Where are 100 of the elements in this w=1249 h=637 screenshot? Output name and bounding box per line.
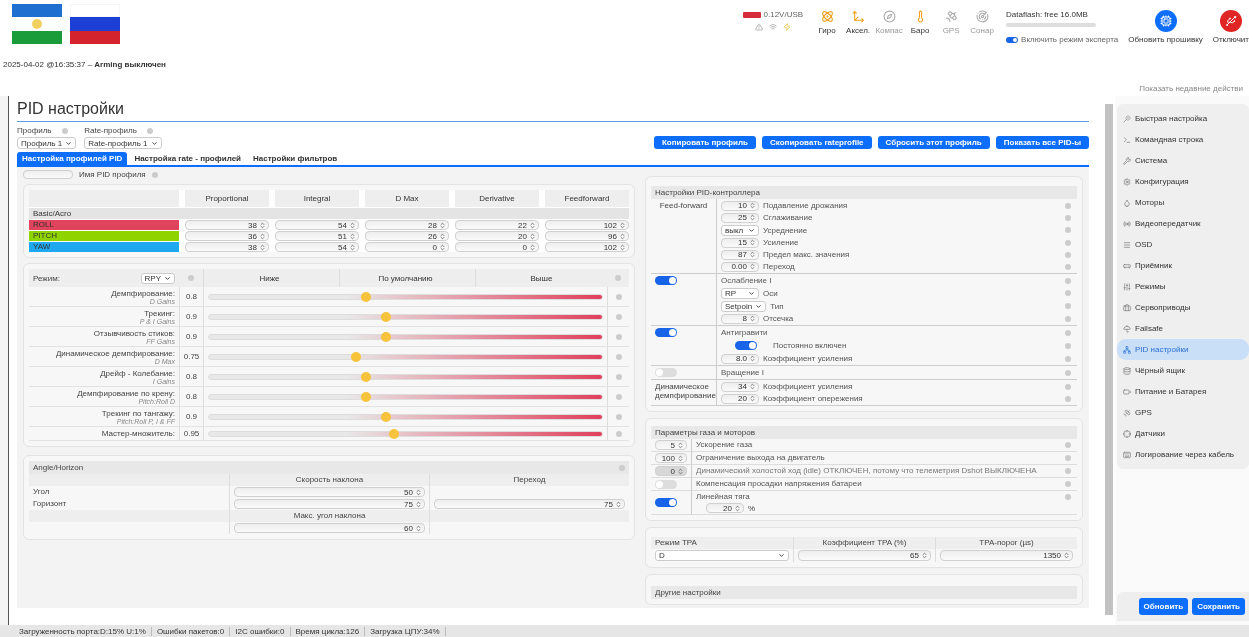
number-input[interactable]: 50 <box>234 487 425 497</box>
slider-track[interactable] <box>208 313 603 320</box>
dropdown[interactable]: RPY <box>140 272 175 284</box>
slider-track[interactable] <box>208 293 603 300</box>
number-input[interactable]: 25 <box>721 212 759 223</box>
number-input[interactable]: 102 <box>545 242 629 252</box>
tab[interactable]: Настройка профилей PID <box>17 152 128 165</box>
sidebar-item[interactable]: Датчики <box>1117 423 1249 444</box>
number-input[interactable]: 20 <box>721 393 759 404</box>
number-input[interactable]: 51 <box>275 231 359 241</box>
number-input[interactable]: 15 <box>721 237 759 248</box>
stepper-icon <box>619 232 626 240</box>
slider-thumb[interactable] <box>361 291 372 302</box>
number-input[interactable]: 22 <box>455 220 539 230</box>
slider-thumb[interactable] <box>351 351 362 362</box>
sidebar-item[interactable]: Чёрный ящик <box>1117 360 1249 381</box>
number-input[interactable]: 65 <box>798 550 931 561</box>
action-button[interactable]: Показать все PID-ы <box>995 136 1089 149</box>
number-input[interactable]: 96 <box>545 231 629 241</box>
number-input[interactable]: 75 <box>234 499 425 509</box>
sidebar-item[interactable]: Режимы <box>1117 276 1249 297</box>
sidebar-item[interactable]: Видеопередатчик <box>1117 213 1249 234</box>
sidebar-item[interactable]: Система <box>1117 150 1249 171</box>
sidebar-item[interactable]: Сервоприводы <box>1117 297 1249 318</box>
sidebar-item[interactable]: Приёмник <box>1117 255 1249 276</box>
number-input[interactable]: 36 <box>185 231 269 241</box>
number-input[interactable]: 20 <box>706 503 744 513</box>
action-button[interactable]: Копировать профиль <box>653 136 757 149</box>
stepper-icon <box>529 232 536 240</box>
slider-track[interactable] <box>208 413 603 420</box>
sidebar-item[interactable]: Логирование через кабель <box>1117 444 1249 465</box>
sidebar-item[interactable]: GPS <box>1117 402 1249 423</box>
slider-track[interactable] <box>208 373 603 380</box>
number-input[interactable]: 0.00 <box>721 261 759 272</box>
sidebar-item[interactable]: Командная строка <box>1117 129 1249 150</box>
number-input[interactable]: 28 <box>365 220 449 230</box>
header-button[interactable]: Обновить прошивку <box>1128 10 1203 44</box>
action-button[interactable]: Сбросить этот профиль <box>877 136 990 149</box>
sidebar-item[interactable]: Моторы <box>1117 192 1249 213</box>
profile-name-input[interactable] <box>23 170 73 179</box>
sidebar-item[interactable]: Питание и Батарея <box>1117 381 1249 402</box>
footer-button[interactable]: Сохранить <box>1192 598 1245 615</box>
number-input[interactable]: 54 <box>275 220 359 230</box>
toggle-switch[interactable] <box>655 368 677 377</box>
sidebar-item[interactable]: PID настройки <box>1117 339 1249 360</box>
dropdown[interactable]: выкл <box>721 224 759 236</box>
slider-value: 0.8 <box>185 292 198 301</box>
stepper-icon <box>415 488 422 496</box>
slider-thumb[interactable] <box>380 311 391 322</box>
sidebar-item[interactable]: Конфигурация <box>1117 171 1249 192</box>
sidebar-item[interactable]: Быстрая настройка <box>1117 108 1249 129</box>
recent-actions-link[interactable]: Показать недавние действи <box>1139 84 1243 93</box>
dataflash-label: Dataflash: free 16.0MB <box>1006 10 1088 19</box>
dropdown[interactable]: RP <box>721 287 759 299</box>
sidebar-item[interactable]: Failsafe <box>1117 318 1249 339</box>
slider-thumb[interactable] <box>388 428 399 439</box>
number-input[interactable]: 54 <box>275 242 359 252</box>
scrollbar[interactable] <box>1103 96 1115 625</box>
number-input[interactable]: 0 <box>365 242 449 252</box>
number-input[interactable]: 10 <box>721 200 759 211</box>
slider-thumb[interactable] <box>361 391 372 402</box>
toggle-switch[interactable] <box>655 328 677 337</box>
slider-track[interactable] <box>208 393 603 400</box>
slider-track[interactable] <box>208 430 603 437</box>
number-input[interactable]: 87 <box>721 249 759 260</box>
number-input[interactable]: 8 <box>721 313 759 324</box>
dropdown[interactable]: Профиль 1 <box>17 137 77 149</box>
slider-thumb[interactable] <box>380 411 391 422</box>
dropdown[interactable]: Setpoin <box>721 300 767 312</box>
chevron-icon <box>164 274 171 282</box>
toggle-switch[interactable] <box>655 498 677 507</box>
number-input[interactable]: 38 <box>185 242 269 252</box>
dropdown[interactable]: Rate-профиль 1 <box>84 137 162 149</box>
number-input[interactable]: 8.0 <box>721 353 759 364</box>
slider-track[interactable] <box>208 353 603 360</box>
number-input[interactable]: 5 <box>655 440 687 450</box>
action-button[interactable]: Скопировать rateprofile <box>762 136 872 149</box>
number-input[interactable]: 102 <box>545 220 629 230</box>
toggle-switch[interactable] <box>735 341 757 350</box>
toggle-switch[interactable] <box>1006 36 1019 43</box>
section-title: Angle/Horizon <box>33 463 84 472</box>
sidebar-item[interactable]: OSD <box>1117 234 1249 255</box>
number-input[interactable]: 0 <box>455 242 539 252</box>
footer-button[interactable]: Обновить <box>1138 598 1189 615</box>
slider-track[interactable] <box>208 333 603 340</box>
slider-thumb[interactable] <box>380 331 391 342</box>
slider-thumb[interactable] <box>361 371 372 382</box>
number-input[interactable]: 100 <box>655 453 687 463</box>
number-input[interactable]: 38 <box>185 220 269 230</box>
number-input[interactable]: 20 <box>455 231 539 241</box>
number-input[interactable]: 26 <box>365 231 449 241</box>
toggle-switch[interactable] <box>655 276 677 285</box>
number-input[interactable]: 1350 <box>940 550 1073 561</box>
number-input[interactable]: 60 <box>234 523 425 533</box>
arming-status: 2025-04-02 @16:35:37 – Arming выключен <box>3 60 166 71</box>
toggle-switch[interactable] <box>655 479 677 489</box>
number-input[interactable]: 75 <box>434 499 625 509</box>
number-input[interactable]: 34 <box>721 381 759 392</box>
header-button[interactable]: Отключит <box>1212 10 1249 44</box>
dropdown[interactable]: D <box>655 550 789 561</box>
